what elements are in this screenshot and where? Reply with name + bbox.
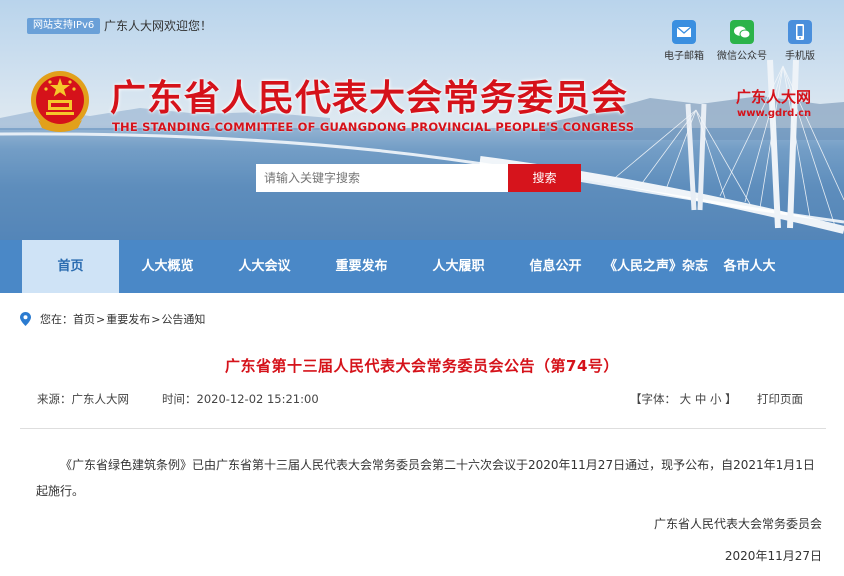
nav-item-duties[interactable]: 人大履职 — [410, 240, 507, 293]
font-size-large[interactable]: 大 — [680, 392, 692, 406]
content-divider — [20, 428, 826, 429]
main-nav: 首页 人大概览 人大会议 重要发布 人大履职 信息公开 《人民之声》杂志 各市人… — [0, 240, 844, 293]
breadcrumb-home[interactable]: 首页 — [73, 311, 95, 327]
font-size-medium[interactable]: 中 — [695, 392, 707, 406]
site-banner: 网站支持IPv6 广东人大网欢迎您！ 电子邮箱 微信公众号 手机版 广东省人民代… — [0, 0, 844, 240]
mobile-icon — [788, 20, 812, 44]
print-link[interactable]: 打印页面 — [757, 391, 803, 407]
wechat-link[interactable]: 微信公众号 — [714, 20, 770, 62]
print-page-label[interactable]: 打印页面 — [757, 392, 803, 406]
location-pin-icon — [20, 312, 31, 326]
brand-name: 广东人大网 — [736, 88, 812, 106]
mail-icon — [672, 20, 696, 44]
breadcrumb-separator: > — [151, 312, 161, 326]
font-size-label: 【字体： — [630, 392, 676, 406]
font-size-small[interactable]: 小 — [710, 392, 722, 406]
mobile-link[interactable]: 手机版 — [772, 20, 828, 62]
font-size-controls: 【字体： 大 中 小 】 — [630, 391, 737, 407]
mobile-label: 手机版 — [785, 51, 815, 62]
breadcrumb: 您在： 首页 > 重要发布 > 公告通知 — [20, 311, 205, 327]
article-body: 《广东省绿色建筑条例》已由广东省第十三届人民代表大会常务委员会第二十六次会议于2… — [36, 458, 815, 498]
nav-item-city-congress[interactable]: 各市人大 — [701, 240, 798, 293]
article-signature: 广东省人民代表大会常务委员会 — [653, 517, 822, 531]
nav-item-home[interactable]: 首页 — [22, 240, 119, 293]
nav-item-magazine[interactable]: 《人民之声》杂志 — [604, 240, 708, 293]
wechat-icon — [730, 20, 754, 44]
ipv6-badge: 网站支持IPv6 — [27, 18, 101, 34]
article-title: 广东省第十三届人民代表大会常务委员会公告（第74号） — [225, 357, 619, 375]
breadcrumb-notices[interactable]: 公告通知 — [161, 311, 205, 327]
nav-item-releases[interactable]: 重要发布 — [313, 240, 410, 293]
search-input[interactable] — [256, 164, 508, 192]
welcome-text: 广东人大网欢迎您！ — [104, 19, 213, 33]
top-bar: 网站支持IPv6 广东人大网欢迎您！ 电子邮箱 微信公众号 手机版 — [0, 0, 844, 62]
nav-item-meetings[interactable]: 人大会议 — [216, 240, 313, 293]
search-button[interactable]: 搜索 — [508, 164, 581, 192]
site-title: 广东省人民代表大会常务委员会 — [110, 77, 629, 119]
breadcrumb-releases[interactable]: 重要发布 — [106, 311, 150, 327]
article-source: 来源：广东人大网 — [37, 392, 129, 406]
nav-item-overview[interactable]: 人大概览 — [119, 240, 216, 293]
article-time: 时间：2020-12-02 15:21:00 — [162, 392, 319, 406]
site-subtitle: THE STANDING COMMITTEE OF GUANGDONG PROV… — [112, 120, 635, 134]
national-emblem-icon — [31, 71, 89, 132]
wechat-label: 微信公众号 — [717, 51, 767, 62]
email-link[interactable]: 电子邮箱 — [656, 20, 712, 62]
article-date: 2020年11月27日 — [724, 549, 822, 563]
breadcrumb-separator: > — [96, 312, 106, 326]
nav-item-disclosure[interactable]: 信息公开 — [507, 240, 604, 293]
breadcrumb-prefix: 您在： — [40, 313, 73, 326]
email-label: 电子邮箱 — [664, 51, 704, 62]
font-size-close: 】 — [725, 392, 737, 406]
brand-url: www.gdrd.cn — [737, 108, 812, 119]
